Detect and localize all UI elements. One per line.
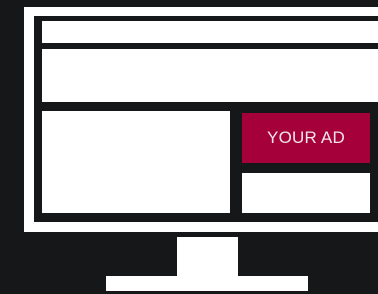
monitor-stand-neck [177,237,238,277]
sidebar-placeholder [242,173,370,213]
monitor-stand-base [106,276,308,291]
header-banner-placeholder [42,49,378,102]
ad-slot: YOUR AD [242,113,370,163]
monitor-ad-illustration: YOUR AD [0,0,378,294]
nav-bar-placeholder [42,21,378,43]
ad-label: YOUR AD [267,128,345,147]
content-placeholder [42,111,230,213]
